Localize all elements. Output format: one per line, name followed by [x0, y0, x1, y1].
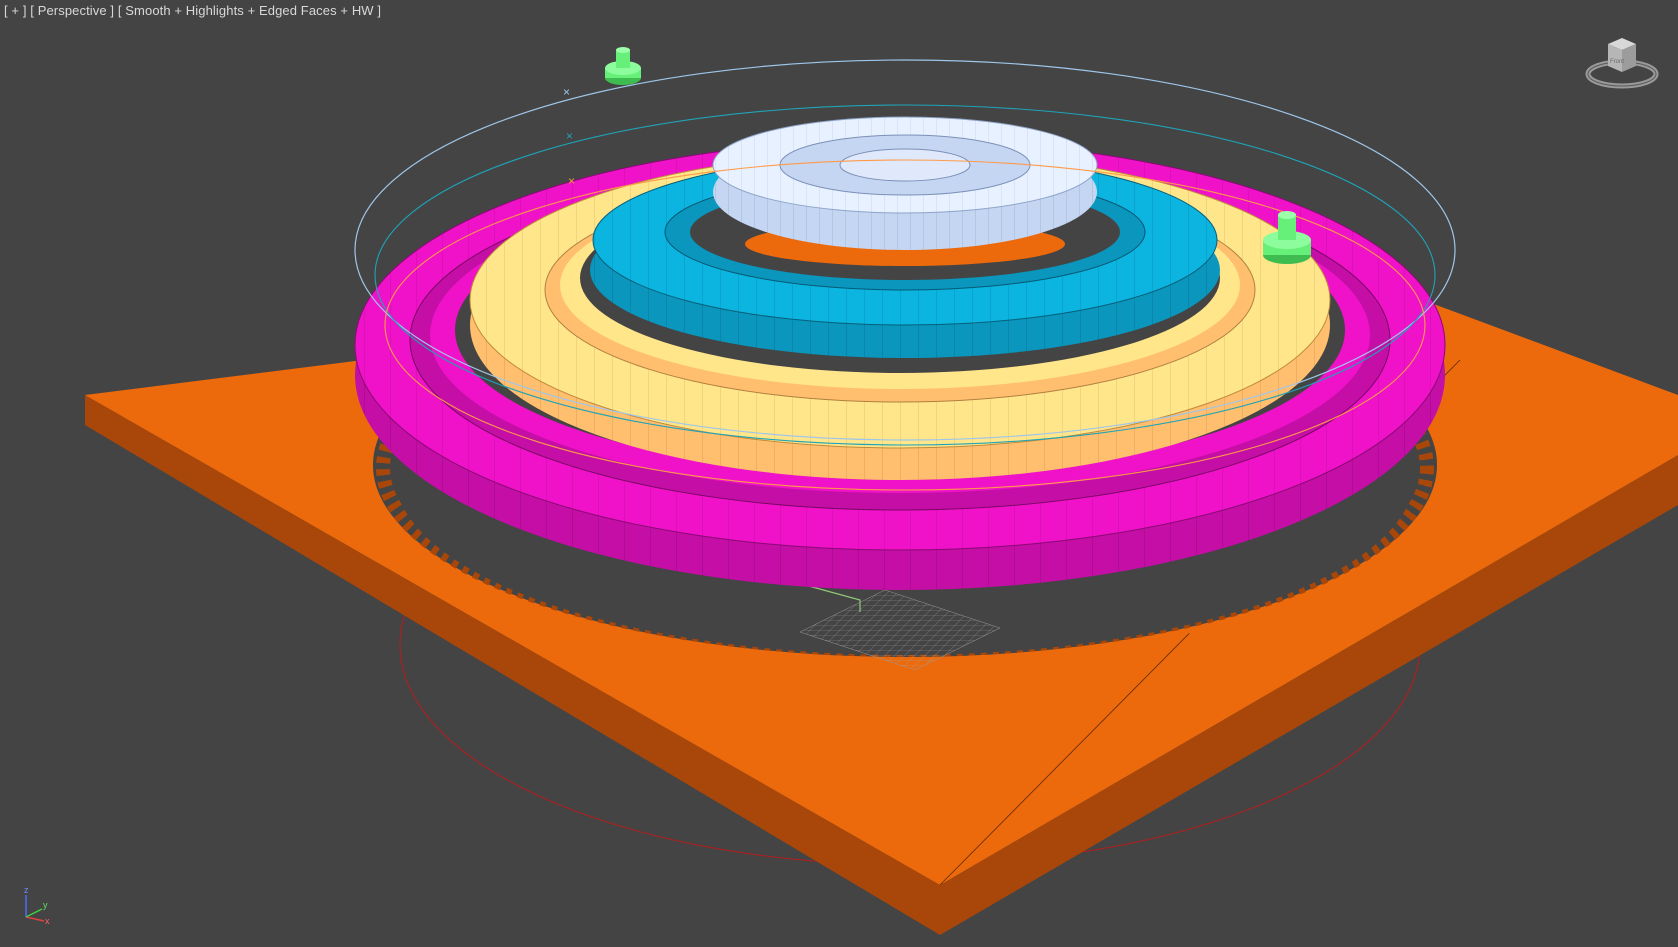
viewcube-icon[interactable]: Front: [1582, 30, 1662, 92]
viewport-point-of-view-menu[interactable]: [ Perspective ]: [30, 3, 114, 18]
green-gizmo-left[interactable]: [605, 47, 641, 85]
spline-vertex-marker[interactable]: ×: [566, 129, 573, 143]
viewcube-face-label: Front: [1610, 59, 1624, 65]
perspective-viewport[interactable]: × × × [ + ] [ Perspective ] [ Smooth + H…: [0, 0, 1678, 947]
axis-z-label: z: [24, 885, 29, 895]
axis-tripod: z y x: [18, 885, 58, 926]
viewport-menu-plus[interactable]: [ + ]: [4, 3, 27, 18]
viewport-shading-menu[interactable]: [ Smooth + Highlights + Edged Faces + HW…: [118, 3, 381, 18]
spline-vertex-marker[interactable]: ×: [563, 85, 570, 99]
spline-vertex-marker[interactable]: ×: [568, 174, 575, 188]
white-ring-hole: [839, 148, 971, 182]
axis-x-label: x: [45, 916, 50, 925]
viewport-label: [ + ] [ Perspective ] [ Smooth + Highlig…: [4, 3, 381, 18]
axis-y-label: y: [43, 900, 48, 910]
scene-canvas[interactable]: × × ×: [0, 0, 1678, 947]
